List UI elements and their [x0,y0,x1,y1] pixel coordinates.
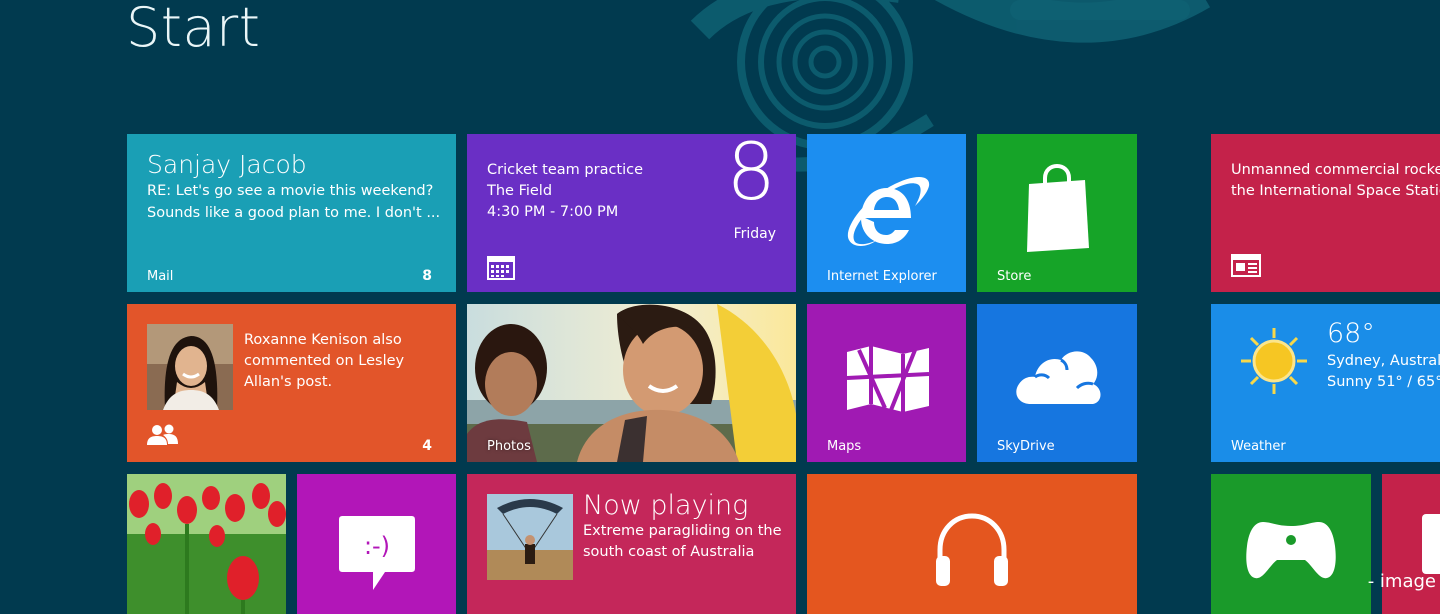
music-tile[interactable] [807,474,1137,614]
video-description: Extreme paragliding on the [583,523,782,539]
notification-count-badge: 4 [422,438,432,454]
news-headline: Unmanned commercial rocket [1231,162,1440,178]
tile-label: Internet Explorer [827,269,937,284]
people-tile[interactable]: Roxanne Kenison also commented on Lesley… [127,304,456,462]
store-tile[interactable]: Store [977,134,1137,292]
image-watermark: - image [1367,571,1436,592]
tile-label: Weather [1231,439,1286,454]
weather-tile[interactable]: 68° Sydney, Australia Sunny 51° / 65° We… [1211,304,1440,462]
calendar-icon [487,256,515,280]
tile-label: Mail [147,269,174,284]
emoticon-text: :-) [364,532,390,560]
calendar-day-number: 8 [726,134,776,218]
mail-sender: Sanjay Jacob [147,150,307,179]
messaging-tile[interactable]: :-) [297,474,456,614]
start-screen-title: Start [126,0,261,59]
mail-subject: RE: Let's go see a movie this weekend? [147,183,434,199]
people-icon [147,424,178,445]
internet-explorer-tile[interactable]: Internet Explorer [807,134,966,292]
event-title: Cricket team practice [487,162,644,178]
event-location: The Field [487,183,553,199]
event-time: 4:30 PM - 7:00 PM [487,204,619,220]
shopping-bag-icon [1027,164,1089,252]
sun-icon [1241,328,1307,394]
headphones-icon [936,513,1008,586]
tile-label: SkyDrive [997,439,1055,454]
newspaper-icon [1231,254,1261,277]
notification-line: Roxanne Kenison also [244,332,402,348]
maps-tile[interactable]: Maps [807,304,966,462]
video-thumbnail [487,494,573,580]
now-playing-title: Now playing [583,490,749,521]
partial-tile[interactable] [1382,474,1440,614]
internet-explorer-icon [847,177,930,246]
notification-line: commented on Lesley [244,353,405,369]
cloud-icon [1016,351,1101,404]
skydrive-tile[interactable]: SkyDrive [977,304,1137,462]
weather-condition: Sunny 51° / 65° [1327,374,1440,390]
unread-count-badge: 8 [422,268,432,284]
tile-label: Store [997,269,1032,284]
tile-label: Maps [827,439,862,454]
video-description-continued: south coast of Australia [583,544,755,560]
device-icon [1422,514,1440,574]
map-icon [846,346,930,412]
calendar-weekday: Friday [733,226,776,242]
xbox-games-tile[interactable] [1211,474,1371,614]
video-tile[interactable]: Now playing Extreme paragliding on the s… [467,474,796,614]
contact-photo [147,324,233,410]
notification-line: Allan's post. [244,374,333,390]
news-headline-continued: the International Space Station [1231,183,1440,199]
calendar-tile[interactable]: Cricket team practice The Field 4:30 PM … [467,134,796,292]
weather-temperature: 68° [1327,318,1375,349]
mail-preview: Sounds like a good plan to me. I don't .… [147,205,441,221]
tulips-photo-tile[interactable] [127,474,286,614]
tile-label: Photos [487,439,531,454]
mail-tile[interactable]: Sanjay Jacob RE: Let's go see a movie th… [127,134,456,292]
photos-tile[interactable]: Photos [467,304,796,462]
tulips-image [127,474,286,614]
game-controller-icon [1246,522,1336,579]
chat-bubble-icon: :-) [339,516,415,590]
weather-location: Sydney, Australia [1327,353,1440,369]
news-tile[interactable]: Unmanned commercial rocket the Internati… [1211,134,1440,292]
